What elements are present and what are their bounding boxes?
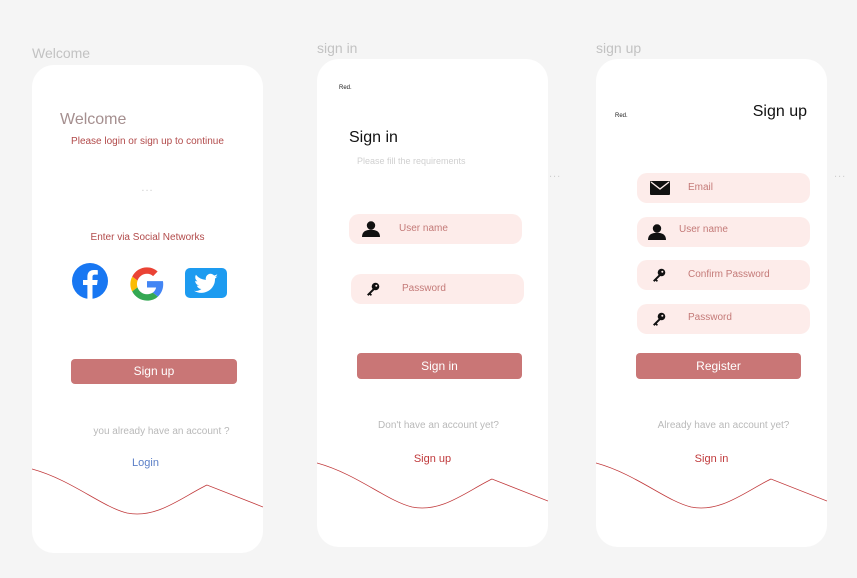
password-placeholder: Password bbox=[402, 283, 446, 294]
confirm-password-placeholder: Confirm Password bbox=[688, 269, 770, 280]
signup-button[interactable]: Sign up bbox=[71, 359, 237, 384]
password-field[interactable]: Password bbox=[637, 304, 810, 334]
have-account-prompt: Already have an account yet? bbox=[657, 420, 790, 431]
welcome-subtitle: Please login or sign up to continue bbox=[71, 136, 224, 147]
key-icon bbox=[363, 274, 383, 304]
user-icon bbox=[361, 214, 381, 244]
decorative-wave bbox=[596, 462, 827, 509]
connector-dots: ... bbox=[549, 168, 562, 180]
signin-card: Red. Sign in Please fill the requirement… bbox=[317, 59, 548, 547]
frame-label-signin: sign in bbox=[317, 40, 358, 56]
brand-logo: Red. bbox=[339, 85, 352, 91]
confirm-password-field[interactable]: Confirm Password bbox=[637, 260, 810, 290]
facebook-icon[interactable] bbox=[69, 263, 111, 299]
decorative-wave bbox=[32, 468, 263, 515]
email-placeholder: Email bbox=[688, 182, 714, 193]
frame-label-welcome: Welcome bbox=[32, 45, 91, 61]
email-field[interactable]: Email bbox=[637, 173, 810, 203]
username-placeholder: User name bbox=[679, 224, 728, 235]
signup-title: Sign up bbox=[752, 103, 807, 120]
username-field[interactable]: User name bbox=[637, 217, 810, 247]
user-icon bbox=[647, 217, 667, 247]
envelope-icon bbox=[649, 173, 671, 203]
signin-button[interactable]: Sign in bbox=[357, 353, 522, 379]
frame-label-signup: sign up bbox=[596, 40, 642, 56]
key-icon bbox=[649, 304, 669, 334]
signin-title: Sign in bbox=[349, 129, 398, 146]
google-icon[interactable] bbox=[130, 267, 164, 301]
signup-card: Red. Sign up Email User name Confirm Pas… bbox=[596, 59, 827, 547]
brand-logo: Red. bbox=[615, 113, 628, 119]
username-placeholder: User name bbox=[399, 223, 448, 234]
welcome-title: Welcome bbox=[60, 111, 127, 128]
signin-subtitle: Please fill the requirements bbox=[357, 156, 466, 166]
decorative-wave bbox=[317, 462, 548, 509]
register-button[interactable]: Register bbox=[636, 353, 801, 379]
social-heading: Enter via Social Networks bbox=[90, 232, 205, 243]
dots-separator: ... bbox=[141, 182, 154, 194]
key-icon bbox=[649, 260, 669, 290]
password-placeholder: Password bbox=[688, 312, 732, 323]
no-account-prompt: Don't have an account yet? bbox=[378, 420, 499, 431]
username-field[interactable]: User name bbox=[349, 214, 522, 244]
twitter-icon[interactable] bbox=[185, 268, 227, 298]
connector-dots: ... bbox=[834, 168, 847, 180]
welcome-card: Welcome Please login or sign up to conti… bbox=[32, 65, 263, 553]
password-field[interactable]: Password bbox=[351, 274, 524, 304]
account-prompt: you already have an account ? bbox=[93, 426, 230, 437]
